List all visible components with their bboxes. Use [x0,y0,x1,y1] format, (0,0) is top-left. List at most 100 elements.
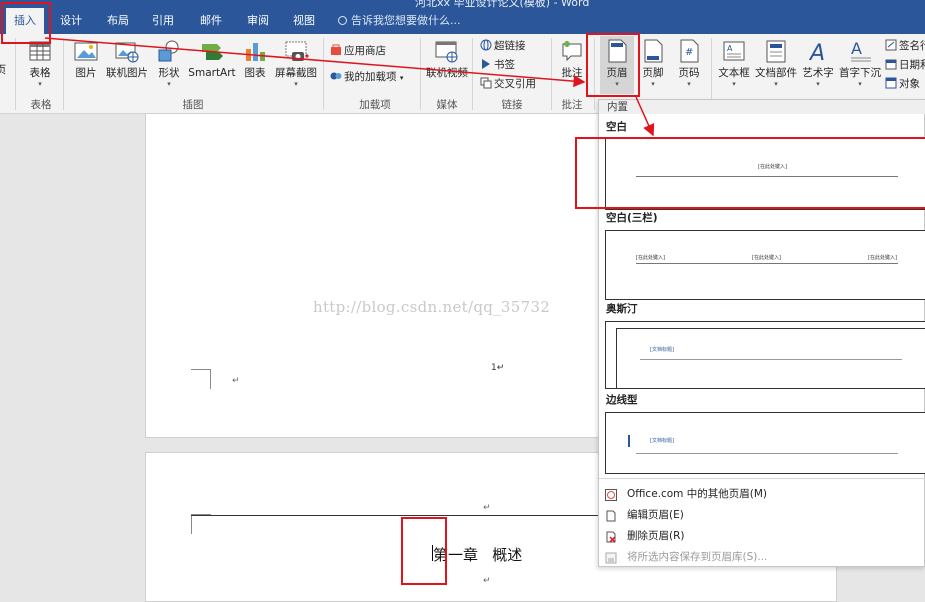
group-label-media: 媒体 [436,99,458,111]
template-placeholder: [文档标题] [650,347,674,353]
shapes-button[interactable]: 形状 ▾ [153,36,185,88]
template-name-blank-three: 空白(三栏) [606,212,658,224]
cross-reference-button[interactable]: 交叉引用 [480,75,536,93]
date-time-button[interactable]: 日期和 [885,56,925,74]
chart-button[interactable]: 图表 [240,36,270,80]
screenshot-button[interactable]: 屏幕截图 ▾ [272,36,320,88]
group-label-links: 链接 [501,99,523,111]
picture-button[interactable]: 图片 [70,36,102,80]
smartart-label: SmartArt [188,67,236,79]
save-selection-label: 将所选内容保存到页眉库(S)... [627,551,768,563]
object-button[interactable]: 对象 [885,75,920,93]
template-placeholder: [在此处键入] [868,255,897,261]
edit-header[interactable]: 编辑页眉(E) [599,505,925,525]
date-time-label: 日期和 [899,59,925,71]
remove-header-label: 删除页眉(R) [627,530,685,542]
dropcap-label: 首字下沉 [839,67,881,79]
tell-me-search[interactable]: 告诉我您想要做什么... [338,10,461,32]
template-name-blank: 空白 [606,121,627,133]
tab-references[interactable]: 引用 [148,10,178,32]
template-placeholder: [在此处键入] [636,255,665,261]
object-icon [885,77,897,89]
menu-divider [599,478,925,479]
save-selection-to-header-gallery[interactable]: 将所选内容保存到页眉库(S)... [599,547,925,567]
more-headers-office-com[interactable]: Office.com 中的其他页眉(M) [599,484,925,504]
dropcap-icon: A [847,38,873,64]
quick-parts-icon [763,38,789,64]
online-video-button[interactable]: 联机视频 [424,36,470,80]
group-label-comments: 批注 [561,99,583,111]
window-title: 河北xx 毕业设计论文(模板) - Word [415,0,590,9]
svg-text:A: A [851,39,862,58]
hyperlink-button[interactable]: 超链接 [480,37,526,55]
crop-mark [191,369,211,389]
paragraph-mark: ↵ [232,376,240,386]
remove-header[interactable]: 删除页眉(R) [599,526,925,546]
page-number-label: 页码 [678,67,700,79]
page-button-cut[interactable]: 页 [0,64,8,77]
chart-icon [242,38,268,64]
wordart-icon: A [805,38,831,66]
annotation-box-insert-tab [1,2,51,44]
dropcap-button[interactable]: A 首字下沉 ▾ [838,36,882,88]
edit-header-label: 编辑页眉(E) [627,509,684,521]
bookmark-icon [480,58,492,70]
quick-parts-button[interactable]: 文档部件 ▾ [754,36,798,88]
signature-line-button[interactable]: 签名行 [885,37,925,55]
smartart-button[interactable]: SmartArt [187,36,237,80]
header-paragraph-mark: ↵ [483,503,491,513]
page-number-text: 1↵ [491,363,505,373]
document-page-1[interactable]: ↵ 1↵ [145,113,605,438]
wordart-button[interactable]: A 艺术字 ▾ [800,36,836,88]
edit-header-icon [605,509,617,522]
comment-button[interactable]: 批注 [556,36,588,80]
textbox-icon: A [721,38,747,64]
cross-reference-label: 交叉引用 [494,78,536,90]
group-label-tables: 表格 [30,99,52,111]
page-number-icon: # [676,38,702,64]
save-to-gallery-icon [605,551,617,564]
bookmark-label: 书签 [494,59,515,71]
office-com-icon [605,488,617,501]
online-picture-button[interactable]: 联机图片 [104,36,150,80]
picture-icon [73,38,99,64]
signature-icon [885,39,897,51]
picture-label: 图片 [75,67,97,79]
tab-design[interactable]: 设计 [56,10,86,32]
addins-icon [330,70,342,82]
paragraph-mark: ↵ [483,576,491,586]
store-icon [330,44,342,56]
tab-mailings[interactable]: 邮件 [196,10,226,32]
textbox-button[interactable]: A 文本框 ▾ [716,36,752,88]
template-austin[interactable]: [文档标题] [605,321,925,389]
crop-mark [191,514,211,534]
screenshot-label: 屏幕截图 [275,67,317,79]
annotation-box-blank-template [575,137,925,209]
title-tab-bar: 河北xx 毕业设计论文(模板) - Word 插入 设计 布局 引用 邮件 审阅… [0,0,925,34]
table-label: 表格 [29,67,51,79]
shapes-label: 形状 [158,67,180,79]
svg-text:A: A [727,44,733,53]
template-rule [636,453,898,454]
store-label: 应用商店 [344,45,386,57]
template-rule [640,359,902,360]
my-addins-label: 我的加载项 [344,71,397,83]
watermark-text: http://blog.csdn.net/qq_35732 [313,298,551,316]
bookmark-button[interactable]: 书签 [480,56,515,74]
template-blank-three-column[interactable]: [在此处键入] [在此处键入] [在此处键入] [605,230,925,300]
calendar-icon [885,58,897,70]
store-button[interactable]: 应用商店 [330,42,386,60]
footer-button[interactable]: 页脚 ▾ [637,36,669,88]
online-picture-label: 联机图片 [106,67,148,79]
tab-review[interactable]: 审阅 [243,10,273,32]
group-label-illustrations: 插图 [182,99,204,111]
tab-view[interactable]: 视图 [289,10,319,32]
tab-layout[interactable]: 布局 [103,10,133,32]
footer-icon [640,38,666,64]
textbox-label: 文本框 [718,67,750,79]
template-sideline[interactable]: [文档标题] [605,412,925,474]
page-number-button[interactable]: # 页码 ▾ [672,36,706,88]
annotation-box-header-button [586,33,640,97]
chart-label: 图表 [244,67,266,79]
my-addins-button[interactable]: 我的加载项 ▾ [330,68,403,86]
